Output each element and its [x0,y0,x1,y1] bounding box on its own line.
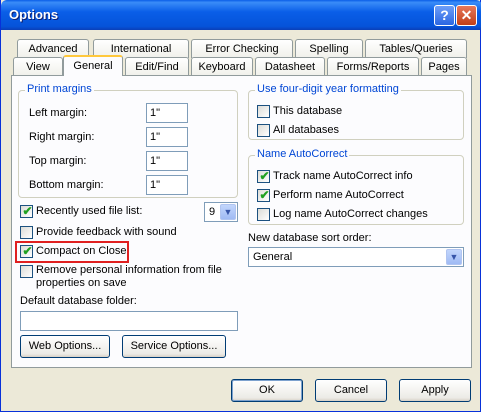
print-margins-group: Print margins Left margin: Right margin:… [18,83,238,198]
right-margin-input[interactable] [146,127,188,147]
track-autocorrect-checkbox[interactable]: ✔ [257,169,270,183]
tab-edit-find[interactable]: Edit/Find [125,57,189,76]
tab-spelling[interactable]: Spelling [295,39,363,58]
cancel-button[interactable]: Cancel [315,379,387,402]
year-format-title: Use four-digit year formatting [255,83,401,95]
track-autocorrect-label: Track name AutoCorrect info [273,170,413,182]
this-database-label: This database [273,105,343,117]
perform-autocorrect-label: Perform name AutoCorrect [273,189,404,201]
sort-order-label: New database sort order: [248,232,372,244]
recent-files-checkbox[interactable]: ✔ [20,204,33,218]
name-autocorrect-title: Name AutoCorrect [255,148,350,160]
tab-pages[interactable]: Pages [421,57,467,76]
tab-tables-queries[interactable]: Tables/Queries [365,39,467,58]
log-autocorrect-checkbox[interactable]: ✔ [257,208,270,221]
recent-files-count-select[interactable]: 9 ▼ [204,202,238,222]
bottom-margin-label: Bottom margin: [29,179,104,191]
general-tab-panel: Print margins Left margin: Right margin:… [11,75,472,368]
compact-on-close-label: Compact on Close [36,245,127,257]
default-folder-input[interactable] [20,311,238,331]
tab-general[interactable]: General [63,55,123,76]
print-margins-title: Print margins [25,83,94,95]
top-margin-input[interactable] [146,151,188,171]
sort-order-value: General [253,251,293,263]
feedback-sound-checkbox[interactable]: ✔ [20,226,33,239]
close-icon: ✕ [460,7,473,23]
year-format-group: Use four-digit year formatting ✔ This da… [248,83,464,140]
tab-forms-reports[interactable]: Forms/Reports [327,57,419,76]
apply-button[interactable]: Apply [399,379,471,402]
sort-order-select[interactable]: General ▼ [248,247,464,267]
log-autocorrect-label: Log name AutoCorrect changes [273,208,428,220]
all-databases-checkbox[interactable]: ✔ [257,124,270,137]
left-margin-input[interactable] [146,103,188,123]
remove-personal-info-label-line1: Remove personal information from file [36,264,222,276]
all-databases-label: All databases [273,124,340,136]
tab-view[interactable]: View [13,57,63,76]
left-margin-label: Left margin: [29,107,88,119]
tab-keyboard[interactable]: Keyboard [191,57,253,76]
tab-error-checking[interactable]: Error Checking [191,39,293,58]
title-bar[interactable]: Options ? ✕ [1,0,481,30]
tab-datasheet[interactable]: Datasheet [255,57,325,76]
web-options-button[interactable]: Web Options... [20,335,110,358]
feedback-sound-label: Provide feedback with sound [36,226,177,238]
remove-personal-info-label-line2: properties on save [36,277,127,289]
window-title: Options [9,7,59,22]
name-autocorrect-group: Name AutoCorrect ✔ Track name AutoCorrec… [248,148,464,225]
this-database-checkbox[interactable]: ✔ [257,105,270,118]
options-dialog: Options ? ✕ Advanced International Error… [0,0,481,412]
service-options-button[interactable]: Service Options... [122,335,226,358]
compact-on-close-checkbox[interactable]: ✔ [20,244,33,258]
help-button[interactable]: ? [434,5,455,26]
ok-button[interactable]: OK [231,379,303,402]
bottom-margin-input[interactable] [146,175,188,195]
recent-files-label: Recently used file list: [36,205,143,217]
chevron-down-icon[interactable]: ▼ [220,204,236,220]
chevron-down-icon[interactable]: ▼ [446,249,462,265]
right-margin-label: Right margin: [29,131,95,143]
recent-files-count-value: 9 [209,206,216,218]
close-button[interactable]: ✕ [456,5,477,26]
remove-personal-info-checkbox[interactable]: ✔ [20,265,33,278]
perform-autocorrect-checkbox[interactable]: ✔ [257,188,270,202]
default-folder-label: Default database folder: [20,295,137,307]
top-margin-label: Top margin: [29,155,87,167]
help-icon: ? [440,7,449,23]
